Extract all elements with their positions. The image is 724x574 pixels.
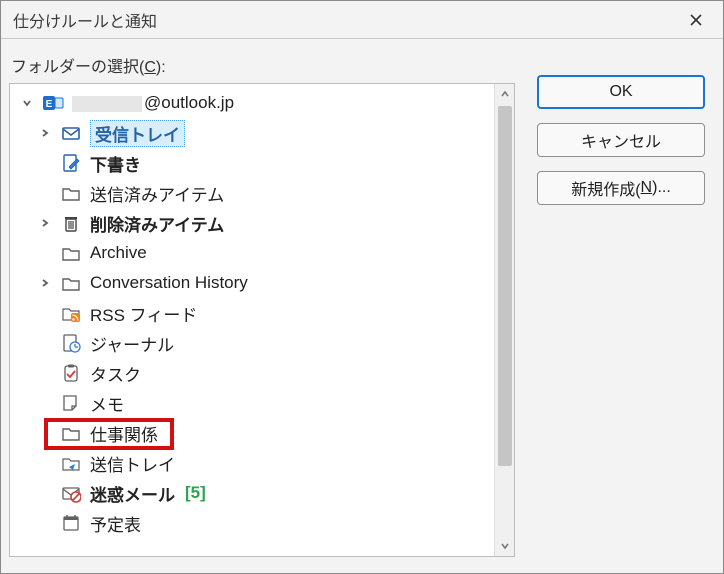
tree-item-label: タスク — [90, 361, 141, 386]
unread-count: [5] — [185, 483, 206, 503]
tree-item-label: 予定表 — [90, 511, 141, 536]
tree-item-label: ジャーナル — [90, 331, 174, 356]
tree-item-journal[interactable]: ジャーナル — [16, 328, 492, 358]
folder-select-label: フォルダーの選択(C): — [11, 53, 515, 77]
tree-item-label: 迷惑メール — [90, 481, 175, 506]
tree-item-label: 仕事関係 — [90, 421, 158, 446]
close-button[interactable] — [683, 7, 709, 33]
tree-item-archive[interactable]: Archive — [16, 238, 492, 268]
tree-item-outbox[interactable]: 送信トレイ — [16, 448, 492, 478]
tree-item-deleted[interactable]: 削除済みアイテム — [16, 208, 492, 238]
folder-icon — [60, 272, 82, 294]
inbox-icon — [60, 122, 82, 144]
tree-item-label: 削除済みアイテム — [90, 211, 224, 236]
tree-root[interactable]: E @outlook.jp — [16, 88, 492, 118]
button-panel: OK キャンセル 新規作成(N)... — [537, 53, 705, 557]
tree-item-rss[interactable]: RSS フィード — [16, 298, 492, 328]
folder-icon — [60, 242, 82, 264]
tree-item-calendar[interactable]: 予定表 — [16, 508, 492, 538]
tasks-icon — [60, 362, 82, 384]
tree-root-label: @outlook.jp — [72, 93, 234, 113]
tree-item-label: Archive — [90, 243, 147, 263]
note-icon — [60, 392, 82, 414]
expander-collapse-icon[interactable] — [18, 94, 36, 112]
obscured-username — [72, 96, 142, 112]
calendar-icon — [60, 512, 82, 534]
tree-item-junk[interactable]: 迷惑メール [5] — [16, 478, 492, 508]
outlook-account-icon: E — [42, 92, 64, 114]
tree-item-label: メモ — [90, 391, 124, 416]
tree-item-label: 受信トレイ — [90, 120, 185, 147]
tree-item-label: Conversation History — [90, 273, 248, 293]
left-panel: フォルダーの選択(C): E — [9, 53, 515, 557]
tree-item-work[interactable]: 仕事関係 — [16, 418, 492, 448]
scroll-thumb[interactable] — [498, 106, 512, 466]
folder-icon — [60, 422, 82, 444]
tree-item-label: 送信トレイ — [90, 451, 175, 476]
vertical-scrollbar[interactable] — [494, 84, 514, 556]
junk-icon — [60, 482, 82, 504]
trash-icon — [60, 212, 82, 234]
content-area: フォルダーの選択(C): E — [1, 39, 723, 573]
titlebar: 仕分けルールと通知 — [1, 1, 723, 39]
cancel-button[interactable]: キャンセル — [537, 123, 705, 157]
expander-expand-icon[interactable] — [36, 124, 54, 142]
expander-expand-icon[interactable] — [36, 274, 54, 292]
dialog-title: 仕分けルールと通知 — [13, 8, 157, 32]
draft-icon — [60, 152, 82, 174]
rules-and-alerts-dialog: 仕分けルールと通知 フォルダーの選択(C): — [0, 0, 724, 574]
tree-item-sent[interactable]: 送信済みアイテム — [16, 178, 492, 208]
ok-button[interactable]: OK — [537, 75, 705, 109]
folder-tree-container: E @outlook.jp — [9, 83, 515, 557]
new-folder-button[interactable]: 新規作成(N)... — [537, 171, 705, 205]
tree-item-label: 送信済みアイテム — [90, 181, 224, 206]
tree-item-drafts[interactable]: 下書き — [16, 148, 492, 178]
expander-expand-icon[interactable] — [36, 214, 54, 232]
folder-icon — [60, 182, 82, 204]
close-icon — [689, 13, 703, 27]
tree-item-notes[interactable]: メモ — [16, 388, 492, 418]
tree-item-inbox[interactable]: 受信トレイ — [16, 118, 492, 148]
scroll-down-icon[interactable] — [495, 536, 515, 556]
svg-text:E: E — [46, 99, 53, 110]
tree-item-label: 下書き — [90, 151, 141, 176]
tree-item-label: RSS フィード — [90, 301, 197, 326]
tree-item-convhist[interactable]: Conversation History — [16, 268, 492, 298]
scroll-up-icon[interactable] — [495, 84, 515, 104]
journal-icon — [60, 332, 82, 354]
folder-tree[interactable]: E @outlook.jp — [10, 84, 494, 556]
outbox-icon — [60, 452, 82, 474]
tree-item-tasks[interactable]: タスク — [16, 358, 492, 388]
rss-icon — [60, 302, 82, 324]
